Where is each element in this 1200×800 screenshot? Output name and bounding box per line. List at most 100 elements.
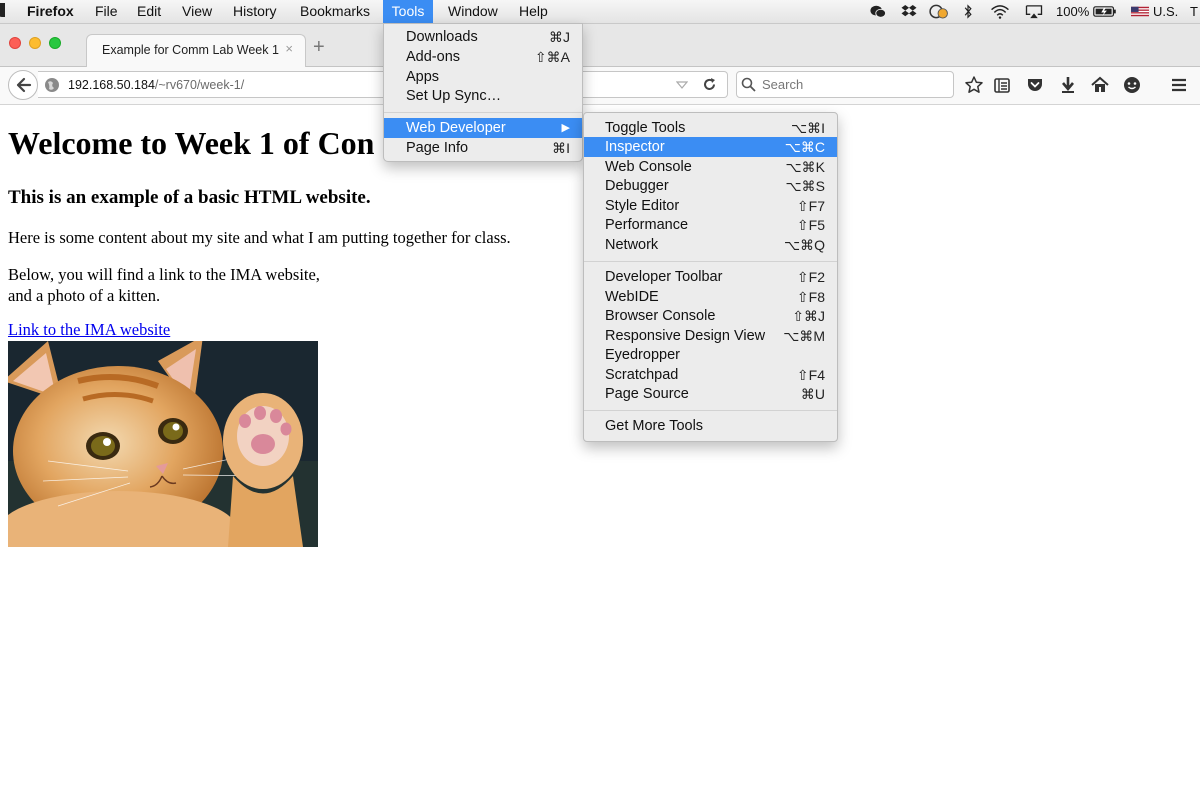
menu-item-label: Style Editor	[605, 198, 680, 214]
zoom-window-button[interactable]	[49, 37, 61, 49]
url-host: 192.168.50.184	[68, 78, 155, 92]
home-icon[interactable]	[1090, 75, 1110, 95]
menu-item-apps[interactable]: Apps	[384, 67, 582, 87]
bookmarks-menu-icon[interactable]	[992, 75, 1012, 95]
menu-item-downloads[interactable]: Downloads ⌘J	[384, 27, 582, 47]
menu-item-style-editor[interactable]: Style Editor ⇧F7	[584, 196, 837, 216]
page-subheading: This is an example of a basic HTML websi…	[8, 187, 371, 208]
menu-item-label: Web Console	[605, 159, 692, 175]
menu-item-shortcut: ⌥⌘M	[783, 328, 825, 344]
menu-edit[interactable]: Edit	[131, 0, 167, 23]
menu-item-label: Get More Tools	[605, 418, 704, 434]
search-placeholder: Search	[762, 77, 804, 92]
menu-item-debugger[interactable]: Debugger ⌥⌘S	[584, 176, 837, 196]
downloads-icon[interactable]	[1058, 75, 1078, 95]
menu-item-page-source[interactable]: Page Source ⌘U	[584, 384, 837, 404]
us-flag-icon[interactable]	[1131, 6, 1149, 17]
menu-item-inspector[interactable]: Inspector ⌥⌘C	[584, 137, 837, 157]
menu-item-label: Downloads	[406, 29, 478, 45]
url-path: /~rv670/week-1/	[154, 78, 245, 92]
tab-close-icon[interactable]: ×	[285, 41, 293, 56]
time-machine-icon[interactable]	[928, 4, 950, 19]
menu-item-label: Page Source	[605, 386, 689, 402]
menu-item-shortcut: ⇧F2	[796, 269, 825, 285]
menu-item-performance[interactable]: Performance ⇧F5	[584, 215, 837, 235]
url-text[interactable]: 192.168.50.184/~rv670/week-1/	[68, 78, 244, 92]
menu-item-label: Debugger	[605, 178, 669, 194]
menu-item-shortcut: ⇧⌘J	[792, 308, 825, 324]
menu-item-label: Scratchpad	[605, 367, 679, 383]
menu-item-browser-console[interactable]: Browser Console ⇧⌘J	[584, 306, 837, 326]
menu-item-label: Browser Console	[605, 308, 716, 324]
paragraph-below-line2: and a photo of a kitten.	[8, 286, 161, 305]
menu-item-label: Eyedropper	[605, 347, 680, 363]
minimize-window-button[interactable]	[29, 37, 41, 49]
menu-window[interactable]: Window	[442, 0, 504, 23]
back-button[interactable]	[8, 70, 38, 100]
menu-item-label: Network	[605, 237, 659, 253]
menu-item-page-info[interactable]: Page Info ⌘I	[384, 138, 582, 158]
apple-logo-icon[interactable]	[0, 3, 5, 17]
kitten-photo	[8, 341, 318, 547]
menu-item-webide[interactable]: WebIDE ⇧F8	[584, 287, 837, 307]
menu-file[interactable]: File	[89, 0, 124, 23]
menu-item-shortcut: ⌘I	[552, 140, 570, 156]
menu-view[interactable]: View	[176, 0, 218, 23]
dropbox-icon[interactable]	[901, 4, 917, 19]
bookmark-star-icon[interactable]	[964, 75, 984, 95]
menubar-trailing-text[interactable]: T	[1190, 0, 1198, 23]
menu-item-label: Developer Toolbar	[605, 269, 723, 285]
menu-item-toggle-tools[interactable]: Toggle Tools ⌥⌘I	[584, 118, 837, 138]
back-arrow-icon	[16, 77, 32, 93]
input-source-label[interactable]: U.S.	[1153, 0, 1178, 23]
paragraph-below-line1: Below, you will find a link to the IMA w…	[8, 265, 320, 284]
hello-chat-icon[interactable]	[1122, 75, 1142, 95]
menu-item-label: Web Developer	[406, 120, 506, 136]
macos-menu-bar: Firefox File Edit View History Bookmarks…	[0, 0, 1200, 24]
menu-bookmarks[interactable]: Bookmarks	[294, 0, 376, 23]
hamburger-menu-icon[interactable]	[1169, 75, 1189, 95]
web-developer-submenu: Toggle Tools ⌥⌘I Inspector ⌥⌘C Web Conso…	[583, 112, 838, 442]
menu-item-label: Set Up Sync…	[406, 88, 502, 104]
menu-item-developer-toolbar[interactable]: Developer Toolbar ⇧F2	[584, 267, 837, 287]
menu-item-label: Responsive Design View	[605, 328, 766, 344]
menu-tools[interactable]: Tools	[383, 0, 433, 23]
wifi-icon[interactable]	[990, 4, 1010, 19]
menu-item-shortcut: ⌥⌘C	[784, 139, 825, 155]
ima-website-link[interactable]: Link to the IMA website	[8, 320, 170, 340]
menu-item-shortcut: ⌥⌘I	[790, 120, 825, 136]
menu-help[interactable]: Help	[513, 0, 554, 23]
wechat-icon[interactable]	[870, 4, 886, 19]
search-icon	[741, 77, 756, 92]
bluetooth-icon[interactable]	[963, 4, 973, 19]
menu-item-scratchpad[interactable]: Scratchpad ⇧F4	[584, 365, 837, 385]
menu-history[interactable]: History	[227, 0, 283, 23]
menu-item-shortcut: ⌘U	[800, 386, 825, 402]
site-identity-globe-icon[interactable]	[44, 77, 60, 93]
url-dropdown-icon[interactable]	[676, 80, 688, 90]
menu-item-label: Inspector	[605, 139, 665, 155]
menu-item-web-console[interactable]: Web Console ⌥⌘K	[584, 157, 837, 177]
menu-item-responsive-design-view[interactable]: Responsive Design View ⌥⌘M	[584, 326, 837, 346]
close-window-button[interactable]	[9, 37, 21, 49]
menu-item-web-developer[interactable]: Web Developer ▶	[384, 118, 582, 138]
menu-item-shortcut: ⌥⌘Q	[783, 237, 825, 253]
battery-icon[interactable]	[1092, 4, 1118, 19]
menu-separator	[584, 410, 837, 411]
menu-item-label: Add-ons	[406, 49, 461, 65]
new-tab-button[interactable]: +	[313, 36, 325, 59]
menu-item-label: Performance	[605, 217, 689, 233]
tab-title: Example for Comm Lab Week 1	[102, 43, 279, 57]
airplay-icon[interactable]	[1024, 4, 1044, 19]
reload-icon[interactable]	[701, 76, 718, 93]
menu-item-eyedropper[interactable]: Eyedropper	[584, 345, 837, 365]
pocket-icon[interactable]	[1025, 75, 1045, 95]
menu-item-add-ons[interactable]: Add-ons ⇧⌘A	[384, 47, 582, 67]
menu-item-set-up-sync[interactable]: Set Up Sync…	[384, 86, 582, 106]
menu-item-label: Apps	[406, 69, 440, 85]
menu-app-firefox[interactable]: Firefox	[21, 0, 80, 23]
menu-item-network[interactable]: Network ⌥⌘Q	[584, 235, 837, 255]
tab-active[interactable]: Example for Comm Lab Week 1 ×	[86, 34, 306, 68]
menu-item-get-more-tools[interactable]: Get More Tools	[584, 416, 837, 436]
submenu-arrow-icon: ▶	[561, 122, 570, 134]
